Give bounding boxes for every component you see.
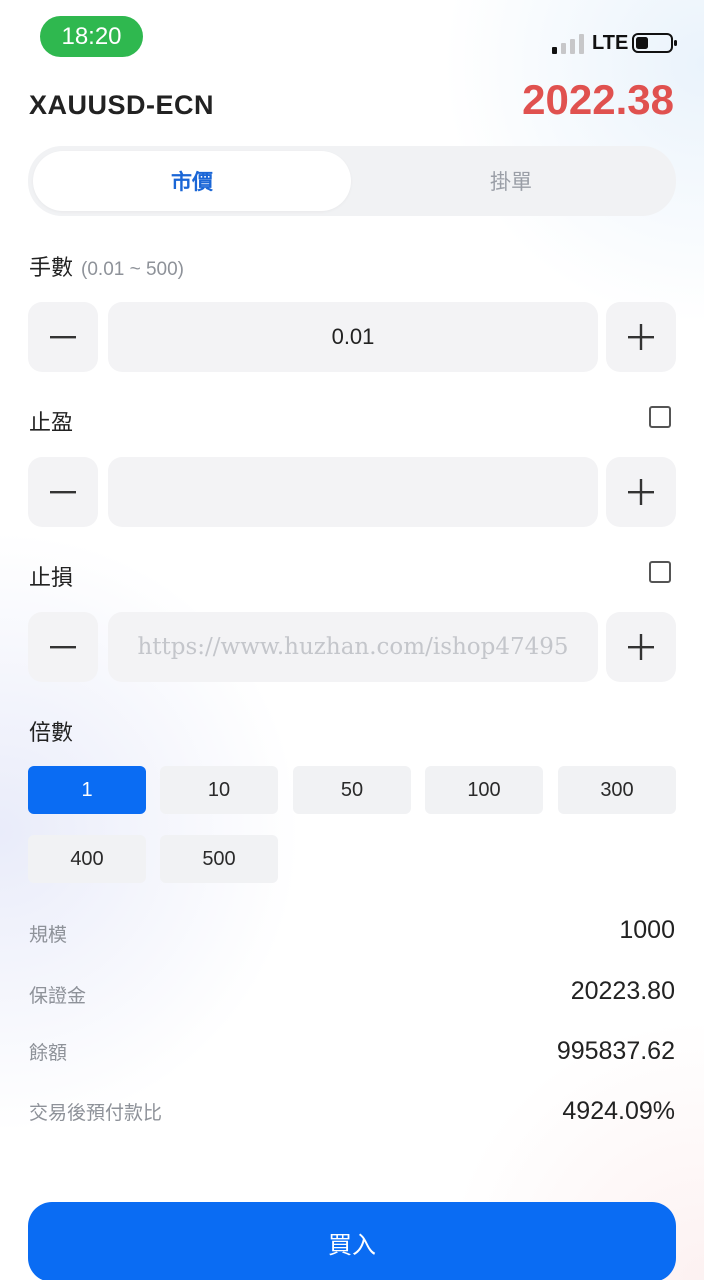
- size-label: 規模: [29, 925, 68, 946]
- size-value: 1000: [619, 916, 675, 944]
- balance-label: 餘額: [29, 1043, 68, 1064]
- leverage-option-100[interactable]: 100: [425, 766, 543, 814]
- stop-loss-label: 止損: [29, 565, 74, 590]
- leverage-option-50[interactable]: 50: [293, 766, 411, 814]
- signal-icon: [552, 34, 584, 54]
- stop-loss-decrease-button[interactable]: [28, 612, 98, 682]
- plus-icon: [628, 634, 654, 660]
- margin-ratio-value: 4924.09%: [562, 1097, 675, 1125]
- plus-icon: [628, 479, 654, 505]
- current-price: 2022.38: [522, 76, 674, 123]
- take-profit-increase-button[interactable]: [606, 457, 676, 527]
- tab-market[interactable]: 市價: [33, 151, 351, 211]
- network-type: LTE: [592, 32, 629, 54]
- margin-value: 20223.80: [570, 977, 675, 1005]
- status-time: 18:20: [40, 16, 143, 57]
- order-type-tabs: 市價 掛單: [28, 146, 676, 216]
- lots-range: (0.01 ~ 500): [81, 259, 185, 280]
- balance-value: 995837.62: [556, 1037, 675, 1065]
- symbol-title: XAUUSD-ECN: [29, 90, 215, 120]
- leverage-option-500[interactable]: 500: [160, 835, 278, 883]
- leverage-option-1[interactable]: 1: [28, 766, 146, 814]
- take-profit-checkbox[interactable]: [649, 406, 671, 428]
- take-profit-decrease-button[interactable]: [28, 457, 98, 527]
- plus-icon: [628, 324, 654, 350]
- buy-button[interactable]: 買入: [28, 1202, 676, 1280]
- leverage-option-400[interactable]: 400: [28, 835, 146, 883]
- lots-increase-button[interactable]: [606, 302, 676, 372]
- minus-icon: [50, 491, 76, 494]
- minus-icon: [50, 646, 76, 649]
- margin-ratio-label: 交易後預付款比: [29, 1103, 163, 1124]
- leverage-option-10[interactable]: 10: [160, 766, 278, 814]
- lots-input[interactable]: 0.01: [108, 302, 598, 372]
- stop-loss-input[interactable]: https://www.huzhan.com/ishop47495: [108, 612, 598, 682]
- leverage-label: 倍數: [29, 720, 74, 745]
- take-profit-input[interactable]: [108, 457, 598, 527]
- lots-decrease-button[interactable]: [28, 302, 98, 372]
- tab-pending[interactable]: 掛單: [352, 151, 670, 211]
- stop-loss-checkbox[interactable]: [649, 561, 671, 583]
- lots-label-row: 手數 (0.01 ~ 500): [29, 250, 184, 282]
- take-profit-label: 止盈: [29, 410, 74, 435]
- margin-label: 保證金: [29, 986, 87, 1007]
- stop-loss-increase-button[interactable]: [606, 612, 676, 682]
- lots-label: 手數: [29, 255, 74, 280]
- battery-icon: [632, 33, 677, 53]
- leverage-option-300[interactable]: 300: [558, 766, 676, 814]
- minus-icon: [50, 336, 76, 339]
